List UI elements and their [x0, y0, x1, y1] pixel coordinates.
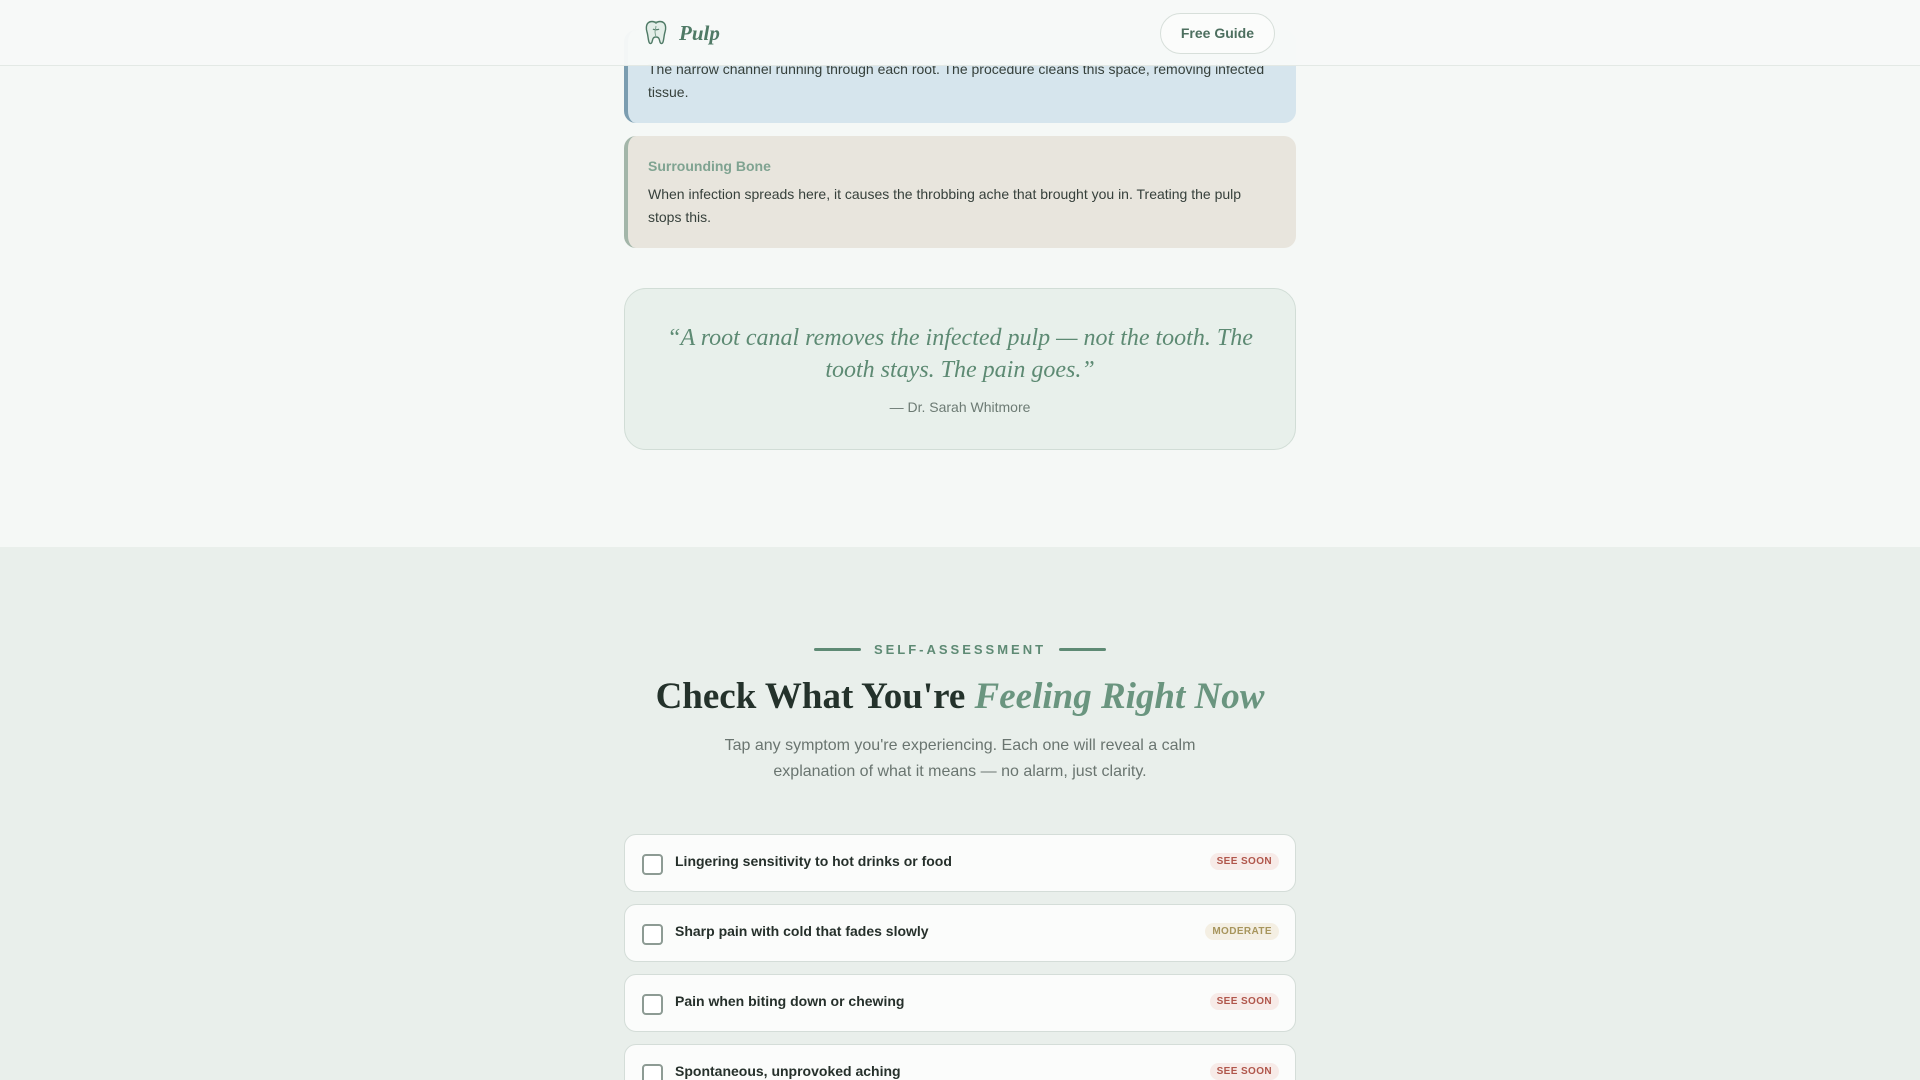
self-assessment-section: SELF-ASSESSMENT Check What You're Feelin… — [0, 547, 1920, 1080]
brand-name: Pulp — [679, 20, 720, 45]
brand-logo[interactable]: Pulp — [645, 20, 720, 46]
eyebrow-right-line — [1059, 648, 1107, 651]
symptom-item-cold-pain[interactable]: Sharp pain with cold that fades slowly M… — [624, 904, 1296, 962]
subtitle-line-1: Tap any symptom you're experiencing. Eac… — [724, 737, 1196, 754]
symptom-label: Pain when biting down or chewing — [675, 993, 905, 1009]
symptom-checkbox[interactable] — [642, 854, 663, 875]
section-subtitle: Tap any symptom you're experiencing. Eac… — [0, 733, 1920, 785]
symptom-checkbox[interactable] — [642, 924, 663, 945]
free-guide-button[interactable]: Free Guide — [1159, 12, 1275, 54]
severity-badge: SEE SOON — [1209, 993, 1279, 1010]
doctor-quote: “A root canal removes the infected pulp … — [624, 288, 1296, 450]
section-title: Check What You're Feeling Right Now — [0, 675, 1920, 718]
site-header: Pulp Free Guide — [0, 0, 1920, 66]
severity-badge: SEE SOON — [1209, 853, 1279, 870]
symptom-label: Lingering sensitivity to hot drinks or f… — [675, 853, 952, 869]
surrounding-bone-description: When infection spreads here, it causes t… — [648, 186, 1242, 225]
anatomy-section: The narrow channel running through each … — [0, 0, 1920, 547]
eyebrow-left-line — [813, 648, 861, 651]
symptom-checkbox[interactable] — [642, 994, 663, 1015]
symptom-item-spontaneous-aching[interactable]: Spontaneous, unprovoked aching SEE SOON — [624, 1044, 1296, 1080]
severity-badge: SEE SOON — [1209, 1063, 1279, 1080]
section-title-plain: Check What You're — [655, 676, 975, 717]
severity-badge: MODERATE — [1205, 923, 1279, 940]
tooth-icon — [645, 20, 667, 45]
symptom-item-hot-sensitivity[interactable]: Lingering sensitivity to hot drinks or f… — [624, 834, 1296, 892]
quote-text: “A root canal removes the infected pulp … — [667, 325, 1253, 383]
symptom-item-biting-pain[interactable]: Pain when biting down or chewing SEE SOO… — [624, 974, 1296, 1032]
subtitle-line-2: explanation of what it means — no alarm,… — [773, 763, 1147, 780]
symptom-label: Spontaneous, unprovoked aching — [675, 1063, 901, 1079]
quote-author: — Dr. Sarah Whitmore — [889, 399, 1031, 415]
surrounding-bone-card: Surrounding Bone When infection spreads … — [624, 136, 1296, 248]
surrounding-bone-title: Surrounding Bone — [648, 158, 771, 174]
section-eyebrow: SELF-ASSESSMENT — [0, 642, 1920, 657]
section-title-accent: Feeling Right Now — [974, 676, 1265, 717]
eyebrow-label: SELF-ASSESSMENT — [873, 642, 1047, 657]
symptom-checkbox[interactable] — [642, 1064, 663, 1080]
symptom-label: Sharp pain with cold that fades slowly — [675, 923, 929, 939]
